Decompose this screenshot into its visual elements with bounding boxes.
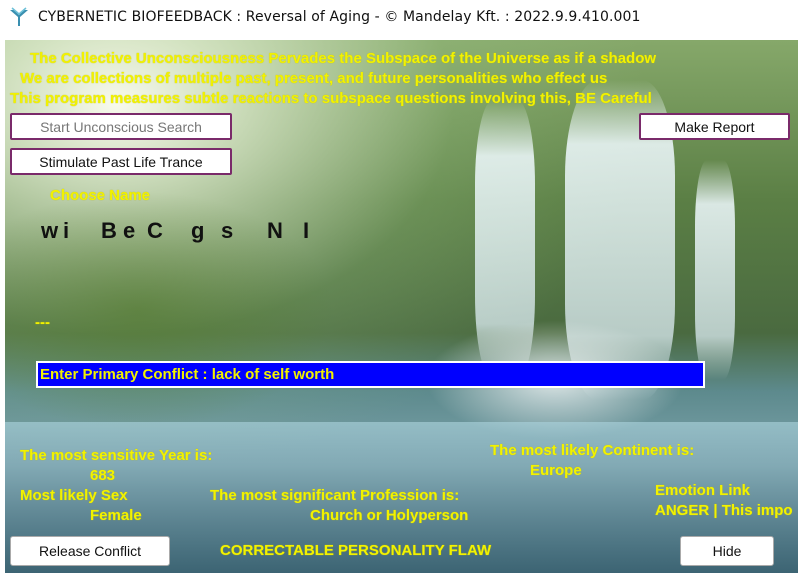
main-panel: The Collective Unconsciousness Pervades … (5, 40, 798, 573)
name-letter[interactable]: C (147, 218, 191, 244)
personality-flaw-label: CORRECTABLE PERSONALITY FLAW (220, 542, 492, 559)
emotion-link-label: Emotion Link (655, 482, 750, 499)
profession-value: Church or Holyperson (310, 507, 469, 524)
hide-button[interactable]: Hide (680, 536, 774, 566)
name-letter[interactable]: I (303, 218, 315, 244)
dashes-text: --- (35, 314, 50, 331)
name-letter[interactable]: i (63, 218, 101, 244)
continent-value: Europe (530, 462, 582, 479)
name-letter[interactable]: w (41, 218, 63, 244)
app-window: CYBERNETIC BIOFEEDBACK : Reversal of Agi… (0, 0, 798, 573)
name-letter[interactable]: s (221, 218, 267, 244)
name-letter[interactable]: e (123, 218, 147, 244)
stimulate-past-life-trance-button[interactable]: Stimulate Past Life Trance (10, 148, 232, 175)
background-waterfall (695, 160, 735, 380)
header-line-1: The Collective Unconsciousness Pervades … (30, 50, 657, 67)
name-letters: wiBeCgsNI (41, 218, 315, 244)
name-letter[interactable]: B (101, 218, 123, 244)
name-letter[interactable]: N (267, 218, 303, 244)
continent-label: The most likely Continent is: (490, 442, 695, 459)
app-logo-icon (10, 7, 28, 26)
emotion-link-value: ANGER | This impo (655, 502, 793, 519)
start-unconscious-search-button[interactable]: Start Unconscious Search (10, 113, 232, 140)
make-report-button[interactable]: Make Report (639, 113, 790, 140)
primary-conflict-field[interactable]: Enter Primary Conflict : lack of self wo… (36, 361, 705, 388)
release-conflict-button[interactable]: Release Conflict (10, 536, 170, 566)
sex-label: Most likely Sex (20, 487, 128, 504)
choose-name-label: Choose Name (50, 187, 151, 204)
header-line-2: We are collections of multiple past, pre… (20, 70, 608, 87)
sex-value: Female (90, 507, 142, 524)
sensitive-year-label: The most sensitive Year is: (20, 447, 213, 464)
sensitive-year-value: 683 (90, 467, 116, 484)
profession-label: The most significant Profession is: (210, 487, 460, 504)
title-bar: CYBERNETIC BIOFEEDBACK : Reversal of Agi… (0, 0, 798, 34)
header-line-3: This program measures subtle reactions t… (10, 90, 652, 107)
name-letter[interactable]: g (191, 218, 221, 244)
window-title: CYBERNETIC BIOFEEDBACK : Reversal of Agi… (38, 9, 641, 25)
